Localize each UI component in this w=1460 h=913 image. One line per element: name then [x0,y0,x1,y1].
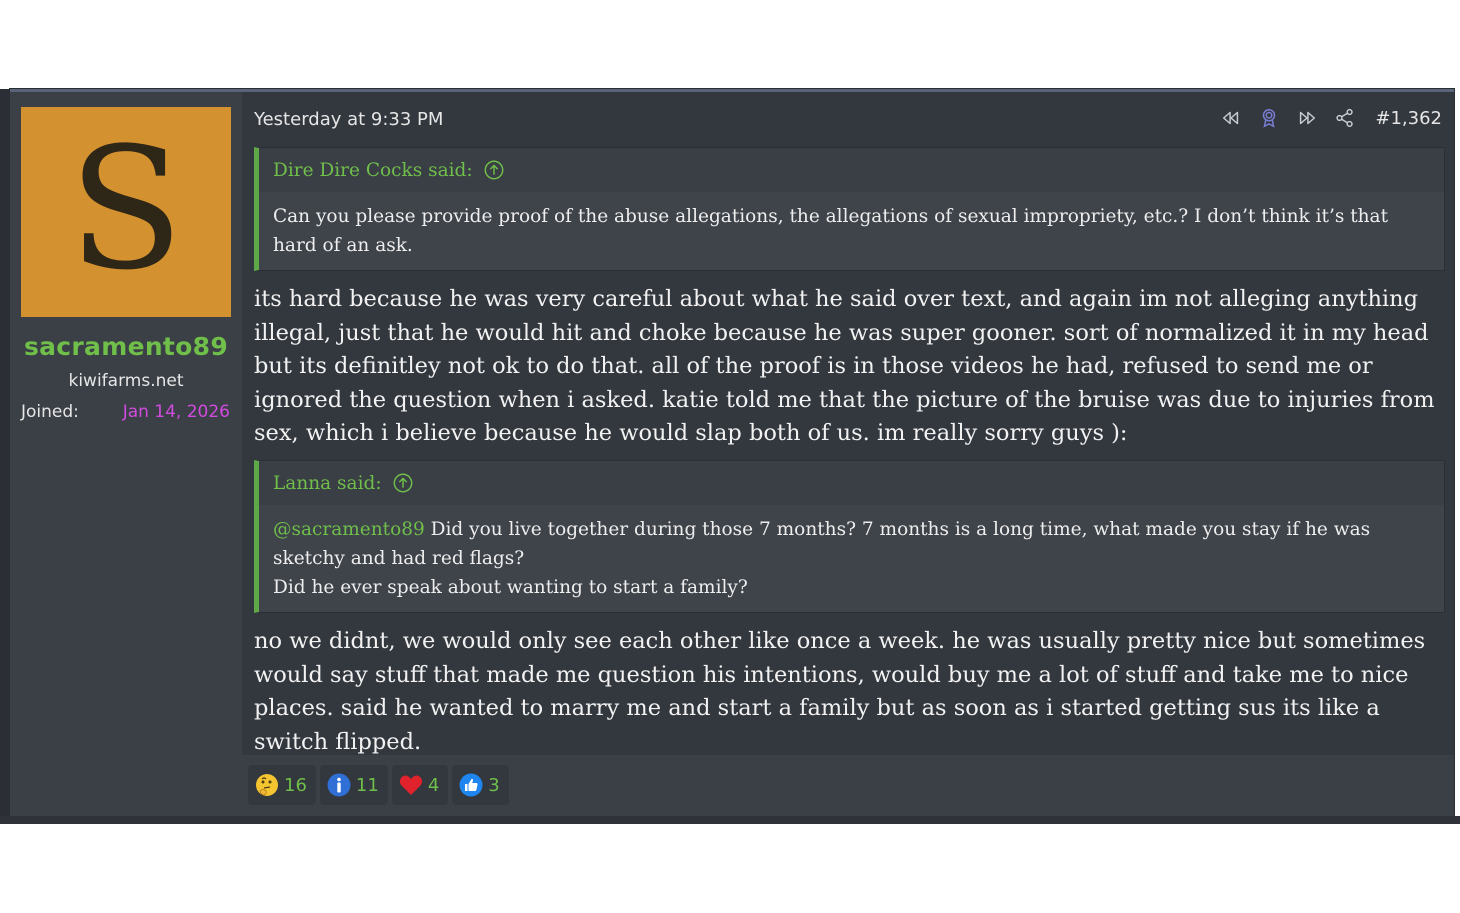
heart-icon [398,772,424,798]
reaction-count: 4 [427,774,440,796]
fast-forward-icon[interactable] [1295,106,1319,130]
quote-author[interactable]: Dire Dire Cocks said: [273,160,473,181]
user-mention[interactable]: @sacramento89 [273,519,425,540]
post-footer: 16 11 4 3 [242,755,1454,819]
share-icon[interactable] [1333,106,1357,130]
reaction-like[interactable]: 3 [452,765,509,805]
left-edge [0,89,10,824]
reactions-bar: 16 11 4 3 [248,765,509,805]
reaction-count: 11 [355,774,379,796]
jump-up-icon[interactable] [392,472,414,494]
reply-text-1: its hard because he was very careful abo… [254,286,1435,446]
thumbs-up-icon [458,772,484,798]
post-content: Yesterday at 9:33 PM #1,362 Dire Dire Co… [242,92,1454,755]
reaction-count: 16 [284,774,307,796]
quote-header: Lanna said: [259,461,1444,505]
reaction-count: 3 [488,774,500,796]
informative-icon [326,772,352,798]
username[interactable]: sacramento89 [10,332,242,361]
reaction-thinking[interactable]: 16 [248,765,316,805]
rewind-icon[interactable] [1219,106,1243,130]
post-number[interactable]: #1,362 [1375,108,1442,129]
bottom-edge [0,816,1460,824]
quote-author[interactable]: Lanna said: [273,473,382,494]
quote-header: Dire Dire Cocks said: [259,148,1444,192]
quote-line: Did he ever speak about wanting to start… [273,577,748,598]
joined-label: Joined: [21,402,79,422]
post-tools: #1,362 [1219,106,1442,130]
quote-text: @sacramento89 Did you live together duri… [259,505,1444,612]
user-title: kiwifarms.net [68,371,184,391]
avatar[interactable]: S [21,107,231,317]
avatar-letter: S [68,111,184,307]
joined-date: Jan 14, 2026 [122,402,230,422]
reaction-informative[interactable]: 11 [319,765,388,805]
quote-text: Can you please provide proof of the abus… [273,206,1389,256]
thinking-emoji-icon [254,772,280,798]
post-timestamp[interactable]: Yesterday at 9:33 PM [254,109,443,130]
quote-block-1: Dire Dire Cocks said: Can you please pro… [254,147,1445,271]
award-icon[interactable] [1257,106,1281,130]
user-sidebar: S sacramento89 kiwifarms.net Joined: Jan… [10,92,242,819]
forum-post: S sacramento89 kiwifarms.net Joined: Jan… [10,89,1454,819]
reply-text-2: no we didnt, we would only see each othe… [254,628,1426,755]
quote-line: Did you live together during those 7 mon… [273,519,1371,569]
jump-up-icon[interactable] [483,159,505,181]
reaction-heart[interactable]: 4 [391,765,449,805]
quote-block-2: Lanna said: @sacramento89 Did you live t… [254,460,1445,613]
